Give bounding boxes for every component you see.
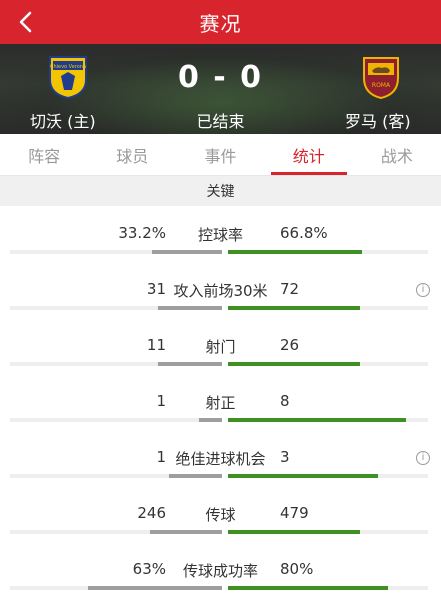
away-stat-track	[228, 418, 428, 422]
home-stat-bar	[158, 306, 222, 310]
away-stat-bar	[228, 418, 406, 422]
home-stat-track	[10, 474, 222, 478]
tab-bar: 阵容 球员 事件 统计 战术	[0, 134, 441, 176]
home-stat-bar	[149, 530, 222, 534]
stat-row-big-chances: 1 绝佳进球机会 3 i	[0, 434, 441, 490]
stat-label: 射正	[205, 394, 236, 412]
away-stat-bar	[228, 250, 362, 254]
chevron-left-icon	[19, 11, 32, 33]
away-stat-value: 80%	[280, 560, 314, 578]
home-stat-track	[10, 362, 222, 366]
away-stat-bar	[228, 306, 360, 310]
section-header-key: 关键	[0, 176, 441, 206]
home-stat-track	[10, 530, 222, 534]
match-score: 0 - 0	[177, 60, 264, 95]
home-stat-track	[10, 586, 222, 590]
away-stat-track	[228, 306, 428, 310]
away-stat-track	[228, 530, 428, 534]
stat-label: 射门	[205, 338, 236, 356]
home-stat-track	[10, 306, 222, 310]
stat-row-passes: 246 传球 479	[0, 490, 441, 546]
stat-row-shots-on-target: 1 射正 8	[0, 378, 441, 434]
home-stat-bar	[169, 474, 222, 478]
info-icon[interactable]: i	[416, 283, 430, 297]
stat-label: 绝佳进球机会	[175, 450, 266, 468]
stat-row-final-third-entries: 31 攻入前场30米 72 i	[0, 266, 441, 322]
away-stat-track	[228, 250, 428, 254]
back-button[interactable]	[10, 6, 40, 38]
stat-row-possession: 33.2% 控球率 66.8%	[0, 210, 441, 266]
home-stat-track	[10, 250, 222, 254]
home-stat-bar	[198, 418, 222, 422]
match-header: Chievo Verona ROMA 0 - 0 切沃 (主) 已结束 罗马 (…	[0, 44, 441, 134]
page-title: 赛况	[199, 11, 242, 36]
tab-events[interactable]: 事件	[176, 134, 264, 175]
home-stat-bar	[158, 362, 222, 366]
stat-label: 攻入前场30米	[173, 282, 268, 300]
tab-stats[interactable]: 统计	[265, 134, 353, 175]
away-stat-track	[228, 362, 428, 366]
away-stat-bar	[228, 474, 378, 478]
home-stat-bar	[151, 250, 222, 254]
away-stat-value: 66.8%	[280, 224, 328, 242]
away-stat-value: 72	[280, 280, 300, 298]
info-icon[interactable]: i	[416, 451, 430, 465]
tab-lineup[interactable]: 阵容	[0, 134, 88, 175]
stat-row-pass-accuracy: 63% 传球成功率 80%	[0, 546, 441, 598]
away-stat-track	[228, 474, 428, 478]
away-stat-value: 3	[280, 448, 290, 466]
away-stat-value: 479	[280, 504, 309, 522]
home-stat-bar	[88, 586, 222, 590]
away-stat-value: 8	[280, 392, 290, 410]
stat-label: 传球成功率	[182, 562, 258, 580]
top-bar: 赛况	[0, 0, 441, 44]
away-stat-value: 26	[280, 336, 300, 354]
tab-tactics[interactable]: 战术	[353, 134, 441, 175]
tab-players[interactable]: 球员	[88, 134, 176, 175]
stat-row-shots: 11 射门 26	[0, 322, 441, 378]
away-stat-bar	[228, 362, 360, 366]
away-team-name: 罗马 (客)	[345, 112, 411, 131]
stats-list: 33.2% 控球率 66.8% 31 攻入前场30米 72 i 11 射门 26…	[0, 206, 441, 598]
home-stat-track	[10, 418, 222, 422]
away-stat-track	[228, 586, 428, 590]
away-stat-bar	[228, 586, 388, 590]
stat-label: 传球	[205, 506, 236, 524]
stat-label: 控球率	[197, 226, 243, 244]
away-stat-bar	[228, 530, 360, 534]
